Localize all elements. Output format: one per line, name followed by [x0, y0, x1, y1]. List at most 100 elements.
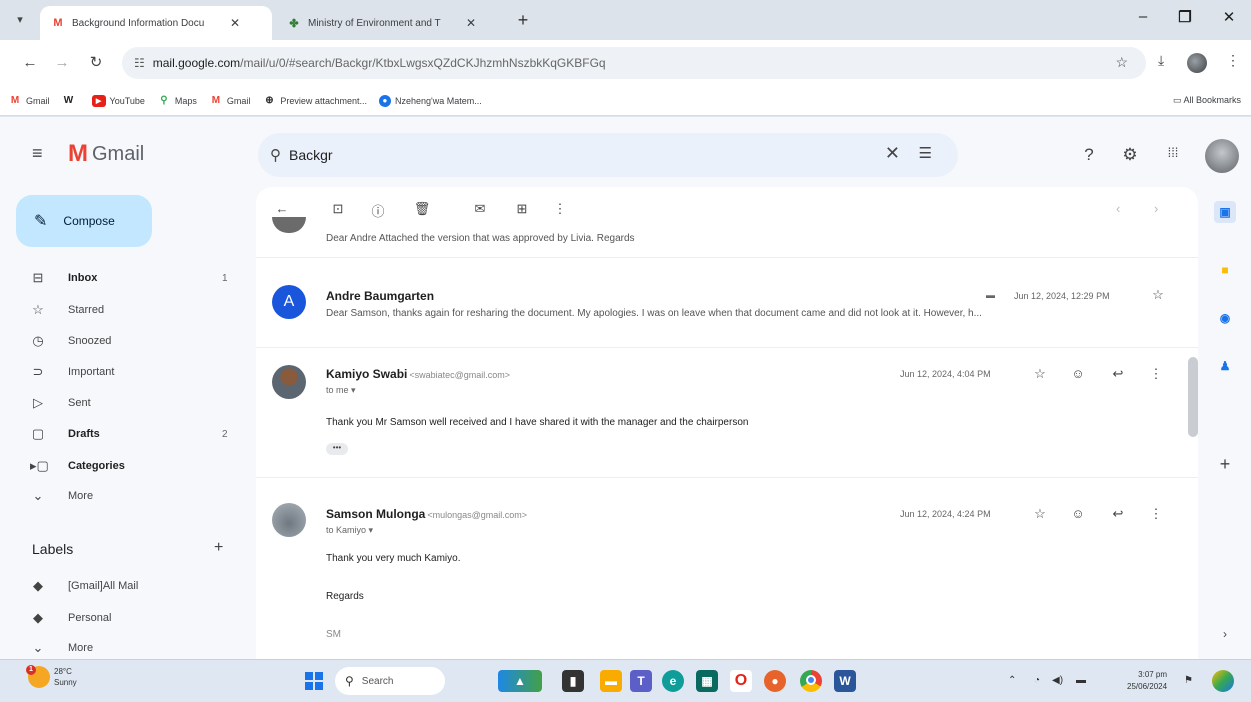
- close-tab-icon[interactable]: ✕: [464, 16, 478, 30]
- new-tab-icon[interactable]: +: [512, 10, 534, 31]
- keep-icon[interactable]: ■: [1214, 259, 1236, 281]
- delete-icon[interactable]: 🗑: [412, 201, 432, 217]
- bookmark-gmail-2[interactable]: M Gmail: [209, 95, 251, 107]
- sender-name[interactable]: Kamiyo Swabi <swabiatec@gmail.com>: [326, 367, 510, 381]
- tab-gmail[interactable]: M Background Information Docu ✕: [40, 6, 272, 40]
- tab-search-icon[interactable]: ▾: [8, 9, 32, 31]
- star-icon[interactable]: ☆: [1150, 287, 1166, 303]
- move-to-icon[interactable]: ⊞: [512, 201, 532, 217]
- sender-name[interactable]: Andre Baumgarten: [326, 289, 434, 303]
- tasks-icon[interactable]: ◉: [1214, 307, 1236, 329]
- notification-bell-icon[interactable]: ⚑: [1184, 675, 1193, 686]
- main-menu-icon[interactable]: ≡: [32, 143, 43, 164]
- label-personal[interactable]: ◆ Personal: [0, 603, 250, 633]
- calendar-icon[interactable]: ▣: [1214, 201, 1236, 223]
- sender-name[interactable]: Samson Mulonga <mulongas@gmail.com>: [326, 507, 527, 521]
- forward-icon[interactable]: →: [50, 51, 74, 75]
- back-icon[interactable]: ←: [18, 51, 42, 75]
- download-icon[interactable]: ⤓: [1158, 52, 1164, 69]
- edge-icon[interactable]: e: [662, 670, 684, 692]
- clear-search-icon[interactable]: ✕: [885, 143, 900, 164]
- bookmark-wikipedia[interactable]: W: [62, 95, 80, 107]
- show-trimmed-content[interactable]: •••: [326, 443, 348, 455]
- address-bar[interactable]: ☷ mail.google.com/mail/u/0/#search/Backg…: [122, 47, 1146, 79]
- tab-ministry[interactable]: ✤ Ministry of Environment and T ✕: [276, 6, 508, 40]
- label-all-mail[interactable]: ◆ [Gmail]All Mail: [0, 571, 250, 601]
- volume-icon[interactable]: ◀): [1052, 675, 1063, 686]
- nav-snoozed[interactable]: ◷ Snoozed: [0, 326, 250, 356]
- task-view-icon[interactable]: ▮: [562, 670, 584, 692]
- close-tab-icon[interactable]: ✕: [228, 16, 242, 30]
- teams-icon[interactable]: T: [630, 670, 652, 692]
- nav-more[interactable]: ⌄ More: [0, 481, 250, 511]
- search-options-icon[interactable]: ☰: [919, 144, 932, 162]
- bookmark-preview[interactable]: ⊕ Preview attachment...: [262, 95, 367, 107]
- clock[interactable]: 3:07 pm 25/06/2024: [1127, 669, 1167, 693]
- opera-icon[interactable]: O: [730, 670, 752, 692]
- store-icon[interactable]: ▦: [696, 670, 718, 692]
- newer-icon[interactable]: ‹: [1116, 201, 1120, 216]
- reload-icon[interactable]: ↻: [84, 51, 108, 75]
- nav-starred[interactable]: ☆ Starred: [0, 295, 250, 325]
- hide-side-panel-icon[interactable]: ›: [1214, 623, 1236, 645]
- collapsed-message-snippet[interactable]: Dear Andre Attached the version that was…: [326, 233, 1166, 244]
- windows-start-icon[interactable]: [305, 672, 323, 690]
- nav-inbox[interactable]: ⊟ Inbox 1: [0, 263, 250, 293]
- file-explorer-icon[interactable]: ▬: [600, 670, 622, 692]
- help-icon[interactable]: ?: [1078, 145, 1100, 165]
- nav-sent[interactable]: ▷ Sent: [0, 388, 250, 418]
- close-window-icon[interactable]: ✕: [1214, 8, 1244, 26]
- bookmark-maps[interactable]: ⚲ Maps: [157, 95, 197, 107]
- bookmark-gmail[interactable]: M Gmail: [8, 95, 50, 107]
- emoji-react-icon[interactable]: ☺: [1070, 366, 1086, 381]
- emoji-react-icon[interactable]: ☺: [1070, 506, 1086, 521]
- taskbar-search[interactable]: ⚲ Search: [335, 667, 445, 695]
- back-to-search-icon[interactable]: ←: [272, 201, 292, 216]
- copilot-icon[interactable]: [1212, 670, 1234, 692]
- battery-icon[interactable]: ▬: [1076, 675, 1086, 686]
- all-bookmarks[interactable]: ▭ All Bookmarks: [1173, 95, 1241, 106]
- get-addons-icon[interactable]: +: [1214, 453, 1236, 475]
- reply-icon[interactable]: ↩: [1110, 366, 1126, 382]
- mark-unread-icon[interactable]: ✉: [470, 201, 490, 217]
- recipient-line[interactable]: to Kamiyo ▾: [326, 525, 373, 536]
- star-icon[interactable]: ☆: [1032, 366, 1048, 382]
- older-icon[interactable]: ›: [1154, 201, 1158, 216]
- reply-icon[interactable]: ↩: [1110, 506, 1126, 522]
- nav-important[interactable]: ⊃ Important: [0, 357, 250, 387]
- more-actions-icon[interactable]: ⋮: [550, 201, 570, 217]
- account-avatar[interactable]: [1205, 139, 1239, 173]
- tray-chevron-icon[interactable]: ⌃: [1008, 675, 1016, 686]
- report-spam-icon[interactable]: ⓘ: [368, 201, 388, 220]
- weather-widget[interactable]: 1 28°C Sunny: [26, 665, 77, 688]
- add-label-icon[interactable]: +: [214, 539, 223, 557]
- gmail-logo[interactable]: M Gmail: [68, 140, 144, 168]
- scrollbar[interactable]: [1188, 357, 1198, 437]
- word-icon[interactable]: W: [834, 670, 856, 692]
- settings-gear-icon[interactable]: ⚙: [1119, 145, 1141, 165]
- compose-button[interactable]: ✎ Compose: [16, 195, 152, 247]
- apps-grid-icon[interactable]: ⁞⁞⁞: [1162, 145, 1184, 160]
- search-bar[interactable]: ⚲ Backgr ✕ ☰: [258, 133, 958, 177]
- recipient-line[interactable]: to me ▾: [326, 385, 356, 396]
- star-icon[interactable]: ☆: [1032, 506, 1048, 522]
- nav-categories[interactable]: ▸▢ Categories: [0, 451, 250, 481]
- bookmark-youtube[interactable]: ▶ YouTube: [91, 94, 145, 107]
- more-options-icon[interactable]: ⋮: [1148, 366, 1164, 382]
- wifi-icon[interactable]: ◔: [1034, 675, 1040, 686]
- menu-kebab-icon[interactable]: ⋮: [1226, 52, 1240, 69]
- firefox-icon[interactable]: ●: [764, 670, 786, 692]
- contacts-icon[interactable]: ♟: [1214, 355, 1236, 377]
- nav-drafts[interactable]: ▢ Drafts 2: [0, 419, 250, 449]
- profile-avatar[interactable]: [1187, 53, 1207, 73]
- bookmark-nzehengwa[interactable]: ● Nzeheng'wa Matem...: [378, 94, 482, 107]
- site-info-icon[interactable]: ☷: [134, 56, 145, 70]
- minimize-icon[interactable]: –: [1128, 8, 1158, 25]
- chrome-icon[interactable]: [800, 670, 822, 692]
- search-input[interactable]: Backgr: [289, 147, 333, 163]
- search-icon[interactable]: ⚲: [270, 146, 281, 164]
- archive-icon[interactable]: ⊡: [328, 201, 348, 217]
- message-snippet[interactable]: Dear Samson, thanks again for resharing …: [326, 308, 1166, 319]
- more-options-icon[interactable]: ⋮: [1148, 506, 1164, 522]
- bookmark-star-icon[interactable]: ☆: [1115, 54, 1128, 71]
